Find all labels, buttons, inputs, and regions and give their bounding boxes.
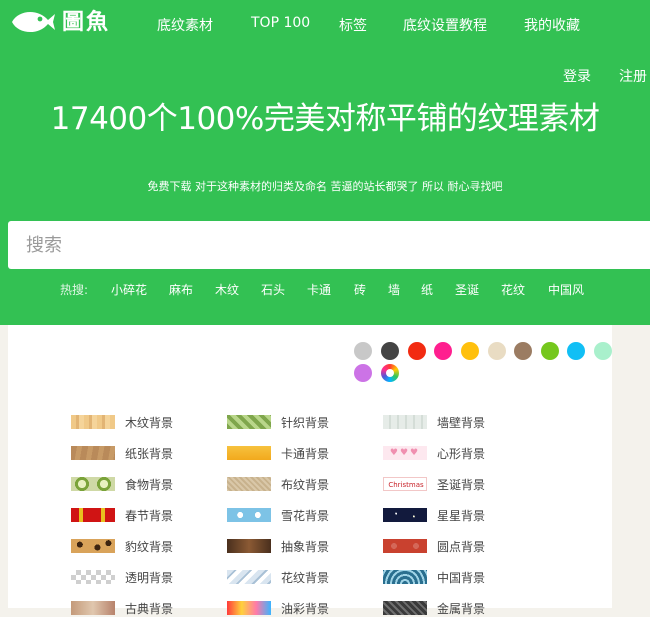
color-swatch-pink[interactable]	[434, 342, 452, 360]
thumbnail-text: Christmas	[388, 481, 424, 489]
category-label: 豹纹背景	[125, 540, 174, 554]
hot-tag[interactable]: 花纹	[501, 281, 525, 298]
category-thumbnail	[227, 415, 271, 429]
color-swatch-brown[interactable]	[514, 342, 532, 360]
fish-icon[interactable]	[8, 6, 56, 38]
category-thumbnail: Christmas	[383, 477, 427, 491]
category-label: 墙壁背景	[437, 416, 486, 430]
category-thumbnail	[227, 601, 271, 615]
color-swatch-gray[interactable]	[354, 342, 372, 360]
site-logo[interactable]: 圖 魚	[62, 8, 108, 38]
category-label: 圆点背景	[437, 540, 486, 554]
category-thumbnail: ♥♥♥	[383, 446, 427, 460]
color-swatch-purple[interactable]	[354, 364, 372, 382]
category-thumbnail	[71, 570, 115, 584]
category-label: 卡通背景	[281, 447, 330, 461]
category-thumbnail	[383, 508, 427, 522]
category-thumbnail	[227, 570, 271, 584]
category-label: 纸张背景	[125, 447, 174, 461]
hero-section: 圖 魚 底纹素材 TOP 100 标签 底纹设置教程 我的收藏 登录 注册 17…	[0, 0, 650, 325]
category-thumbnail	[71, 508, 115, 522]
register-link[interactable]: 注册	[619, 66, 647, 86]
category-thumbnail	[71, 539, 115, 553]
hot-tag[interactable]: 纸	[421, 281, 433, 298]
nav-item-textures[interactable]: 底纹素材	[157, 15, 213, 35]
hot-tag[interactable]: 墙	[388, 281, 400, 298]
color-swatch-dark-gray[interactable]	[381, 342, 399, 360]
color-swatch-rainbow[interactable]	[381, 364, 399, 382]
color-swatch-green[interactable]	[541, 342, 559, 360]
category-thumbnail	[71, 601, 115, 615]
nav-item-favorites[interactable]: 我的收藏	[524, 15, 580, 35]
category-label: 星星背景	[437, 509, 486, 523]
category-label: 花纹背景	[281, 571, 330, 585]
category-thumbnail	[71, 415, 115, 429]
hot-tag[interactable]: 卡通	[307, 281, 331, 298]
category-label: 春节背景	[125, 509, 174, 523]
category-label: 雪花背景	[281, 509, 330, 523]
nav-item-tags[interactable]: 标签	[339, 15, 367, 35]
login-link[interactable]: 登录	[563, 66, 591, 86]
color-swatch-beige[interactable]	[488, 342, 506, 360]
page-subtitle: 免费下载 对于这种素材的归类及命名 苦逼的站长都哭了 所以 耐心寻找吧	[147, 180, 503, 193]
nav-item-tutorial[interactable]: 底纹设置教程	[403, 15, 487, 35]
hot-tag[interactable]: 石头	[261, 281, 285, 298]
category-label: 圣诞背景	[437, 478, 486, 492]
category-label: 心形背景	[437, 447, 486, 461]
search-input[interactable]	[8, 221, 650, 269]
content-panel: 木纹背景纸张背景食物背景春节背景豹纹背景透明背景古典背景 针织背景卡通背景布纹背景…	[8, 325, 612, 616]
category-label: 针织背景	[281, 416, 330, 430]
category-thumbnail	[383, 415, 427, 429]
category-thumbnail	[227, 477, 271, 491]
category-thumbnail	[227, 446, 271, 460]
hot-tag[interactable]: 中国风	[548, 281, 584, 298]
category-label: 油彩背景	[281, 602, 330, 616]
logo-char-1: 圖	[62, 10, 85, 35]
category-label: 抽象背景	[281, 540, 330, 554]
color-swatch-yellow[interactable]	[461, 342, 479, 360]
category-label: 古典背景	[125, 602, 174, 616]
category-thumbnail	[227, 508, 271, 522]
category-thumbnail	[71, 446, 115, 460]
category-thumbnail	[227, 539, 271, 553]
hot-searches-label: 热搜:	[60, 283, 89, 297]
hot-tag[interactable]: 麻布	[169, 281, 193, 298]
category-thumbnail	[383, 601, 427, 615]
category-thumbnail	[383, 570, 427, 584]
page-title: 17400个100%完美对称平铺的纹理素材	[50, 101, 600, 137]
color-swatch-blue[interactable]	[567, 342, 585, 360]
category-thumbnail	[383, 539, 427, 553]
hot-tag[interactable]: 圣诞	[455, 281, 479, 298]
nav-item-top100[interactable]: TOP 100	[251, 15, 310, 31]
category-label: 食物背景	[125, 478, 174, 492]
category-label: 中国背景	[437, 571, 486, 585]
category-thumbnail	[71, 477, 115, 491]
hot-tag[interactable]: 木纹	[215, 281, 239, 298]
hot-tag[interactable]: 砖	[354, 281, 366, 298]
hot-tag[interactable]: 小碎花	[111, 281, 147, 298]
category-label: 透明背景	[125, 571, 174, 585]
category-label: 布纹背景	[281, 478, 330, 492]
category-label: 金属背景	[437, 602, 486, 616]
color-swatch-mint[interactable]	[594, 342, 612, 360]
logo-char-2: 魚	[86, 10, 109, 35]
category-label: 木纹背景	[125, 416, 174, 430]
thumbnail-text: ♥♥♥	[389, 448, 421, 458]
color-swatch-red[interactable]	[408, 342, 426, 360]
